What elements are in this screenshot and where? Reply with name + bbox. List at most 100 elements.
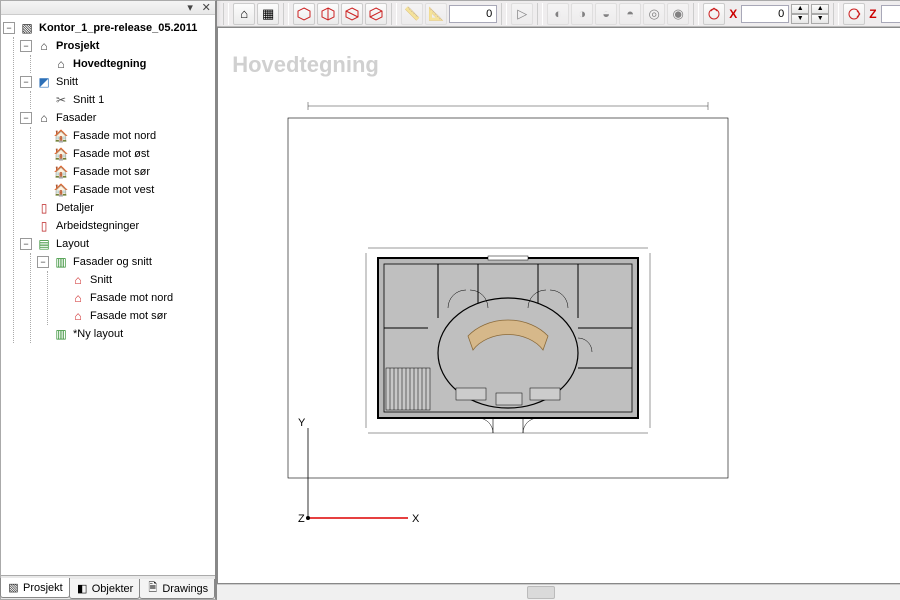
spinner-up-icon[interactable]: ▲ bbox=[811, 4, 829, 14]
page-icon: ▯ bbox=[36, 218, 52, 234]
x-rotation-label: X bbox=[729, 7, 737, 21]
facade-icon: 🏠 bbox=[53, 128, 69, 144]
horizontal-scrollbar[interactable] bbox=[217, 584, 900, 600]
tree-label: Snitt bbox=[88, 271, 114, 289]
tree-fasade-item[interactable]: 🏠Fasade mot øst bbox=[37, 145, 213, 163]
tree-fasade-item[interactable]: 🏠Fasade mot sør bbox=[37, 163, 213, 181]
expand-toggle-icon[interactable]: − bbox=[3, 22, 15, 34]
tree-label: Fasade mot nord bbox=[88, 289, 175, 307]
project-tree[interactable]: − ▧ Kontor_1_pre-release_05.2011 − ⌂ Pro… bbox=[1, 15, 215, 575]
layout-page-icon: ▥ bbox=[53, 254, 69, 270]
angle-button: 📐 bbox=[425, 3, 447, 25]
axis-z-label: Z bbox=[298, 513, 305, 525]
spinner-up-icon[interactable]: ▲ bbox=[791, 4, 809, 14]
house-icon: ⌂ bbox=[36, 38, 52, 54]
page-icon: ▯ bbox=[36, 200, 52, 216]
toolbar-separator bbox=[537, 3, 543, 25]
view3d-top-button[interactable] bbox=[365, 3, 387, 25]
light-6-button: ◉ bbox=[667, 3, 689, 25]
z-rotation-input[interactable] bbox=[881, 5, 900, 23]
view-toolbar: ⌂ ▦ 📏 📐 ▷ ◐ ◑ ◒ ◓ ◎ ◉ X ▲▼ ▲▼ Z ▲▼ ▲▼ bbox=[217, 1, 900, 27]
tab-label: Objekter bbox=[92, 583, 134, 595]
drawing-canvas[interactable]: Hovedtegning bbox=[217, 27, 900, 584]
project-tree-panel: ▾ ✕ − ▧ Kontor_1_pre-release_05.2011 − ⌂… bbox=[0, 0, 217, 600]
section-small-icon: ⌂ bbox=[70, 272, 86, 288]
light-3-button: ◒ bbox=[595, 3, 617, 25]
facade-icon: 🏠 bbox=[53, 182, 69, 198]
tree-layout-item[interactable]: ⌂Fasade mot nord bbox=[54, 289, 213, 307]
tree-hovedtegning[interactable]: ⌂ Hovedtegning bbox=[37, 55, 213, 73]
tree-label: Kontor_1_pre-release_05.2011 bbox=[37, 19, 199, 37]
tree-label: Snitt 1 bbox=[71, 91, 106, 109]
tree-snitt[interactable]: − ◩ Snitt bbox=[20, 73, 213, 91]
view-fit-button[interactable]: ▦ bbox=[257, 3, 279, 25]
tree-ny-layout[interactable]: ▥*Ny layout bbox=[37, 325, 213, 343]
toolbar-grip[interactable] bbox=[223, 3, 229, 25]
view3d-front-button[interactable] bbox=[317, 3, 339, 25]
axis-y-label: Y bbox=[298, 417, 306, 429]
tree-layout-item[interactable]: ⌂Snitt bbox=[54, 271, 213, 289]
facade-icon: 🏠 bbox=[53, 164, 69, 180]
tree-root[interactable]: − ▧ Kontor_1_pre-release_05.2011 bbox=[3, 19, 213, 37]
tree-label: Layout bbox=[54, 235, 91, 253]
expand-spacer bbox=[37, 58, 49, 70]
tree-fasade-item[interactable]: 🏠Fasade mot nord bbox=[37, 127, 213, 145]
expand-spacer bbox=[37, 94, 49, 106]
tree-snitt1[interactable]: ✂ Snitt 1 bbox=[37, 91, 213, 109]
canvas-title: Hovedtegning bbox=[232, 52, 379, 78]
tab-objekter[interactable]: ◧Objekter bbox=[69, 579, 141, 599]
x-rotation-spinner[interactable]: ▲▼ bbox=[791, 4, 809, 24]
scrollbar-thumb[interactable] bbox=[527, 586, 555, 599]
tree-fasader-og-snitt[interactable]: − ▥ Fasader og snitt bbox=[37, 253, 213, 271]
expand-toggle-icon[interactable]: − bbox=[20, 76, 32, 88]
z-rotation-label: Z bbox=[869, 7, 876, 21]
new-layout-icon: ▥ bbox=[53, 326, 69, 342]
tree-fasader[interactable]: − ⌂ Fasader bbox=[20, 109, 213, 127]
measure-button: 📏 bbox=[401, 3, 423, 25]
tab-drawings[interactable]: 🗎Drawings bbox=[139, 579, 215, 599]
x-rotation-icon[interactable] bbox=[703, 3, 725, 25]
tree-label: Fasade mot nord bbox=[71, 127, 158, 145]
project-icon: ▧ bbox=[19, 20, 35, 36]
facade-small-icon: ⌂ bbox=[70, 308, 86, 324]
expand-toggle-icon[interactable]: − bbox=[20, 112, 32, 124]
panel-dropdown-icon[interactable]: ▾ bbox=[184, 2, 196, 14]
x-rotation-spinner2[interactable]: ▲▼ bbox=[811, 4, 829, 24]
panel-tabs: ▧Prosjekt ◧Objekter 🗎Drawings bbox=[1, 575, 215, 599]
panel-close-icon[interactable]: ✕ bbox=[200, 2, 212, 14]
tree-label: Detaljer bbox=[54, 199, 96, 217]
view3d-side-button[interactable] bbox=[341, 3, 363, 25]
spinner-down-icon[interactable]: ▼ bbox=[791, 14, 809, 24]
tree-detaljer[interactable]: ▯Detaljer bbox=[20, 199, 213, 217]
toolbar-separator bbox=[833, 3, 839, 25]
tree-prosjekt[interactable]: − ⌂ Prosjekt bbox=[20, 37, 213, 55]
expand-toggle-icon[interactable]: − bbox=[37, 256, 49, 268]
scissors-icon: ✂ bbox=[53, 92, 69, 108]
view3d-iso-button[interactable] bbox=[293, 3, 315, 25]
light-2-button: ◑ bbox=[571, 3, 593, 25]
tree-layout-item[interactable]: ⌂Fasade mot sør bbox=[54, 307, 213, 325]
expand-toggle-icon[interactable]: − bbox=[20, 40, 32, 52]
layout-icon: ▤ bbox=[36, 236, 52, 252]
tab-prosjekt[interactable]: ▧Prosjekt bbox=[0, 578, 70, 598]
drawings-tab-icon: 🗎 bbox=[146, 582, 159, 595]
tree-fasade-item[interactable]: 🏠Fasade mot vest bbox=[37, 181, 213, 199]
tab-label: Drawings bbox=[162, 583, 208, 595]
toolbar-separator bbox=[283, 3, 289, 25]
x-rotation-input[interactable] bbox=[741, 5, 789, 23]
value-input[interactable] bbox=[449, 5, 497, 23]
toolbar-separator bbox=[693, 3, 699, 25]
light-1-button: ◐ bbox=[547, 3, 569, 25]
toolbar-separator bbox=[391, 3, 397, 25]
z-rotation-icon[interactable] bbox=[843, 3, 865, 25]
tab-label: Prosjekt bbox=[23, 582, 63, 594]
light-4-button: ◓ bbox=[619, 3, 641, 25]
panel-header: ▾ ✕ bbox=[1, 1, 215, 15]
spinner-down-icon[interactable]: ▼ bbox=[811, 14, 829, 24]
view-home-button[interactable]: ⌂ bbox=[233, 3, 255, 25]
expand-toggle-icon[interactable]: − bbox=[20, 238, 32, 250]
tree-layout[interactable]: − ▤ Layout bbox=[20, 235, 213, 253]
tree-arbeidstegninger[interactable]: ▯Arbeidstegninger bbox=[20, 217, 213, 235]
tree-label: Fasade mot sør bbox=[71, 163, 152, 181]
canvas-container: Hovedtegning bbox=[217, 27, 900, 600]
